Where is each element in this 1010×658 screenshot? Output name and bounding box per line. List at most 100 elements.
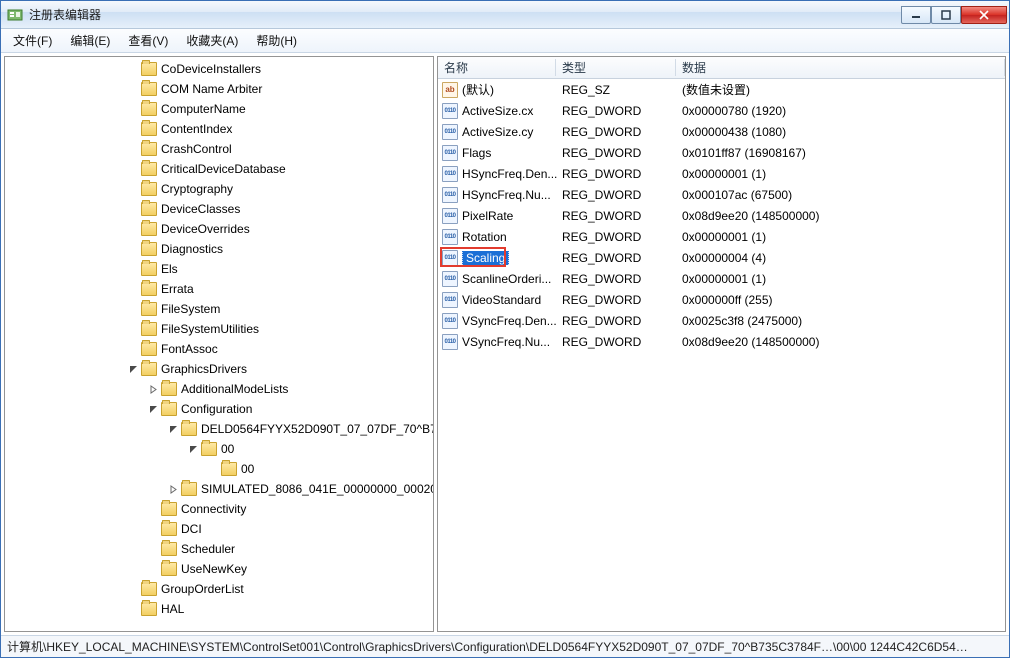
value-row[interactable]: 0110HSyncFreq.Nu...REG_DWORD0x000107ac (… xyxy=(438,184,1005,205)
value-name: VSyncFreq.Nu... xyxy=(462,335,562,349)
tree-node[interactable]: 00 xyxy=(5,459,434,479)
folder-icon xyxy=(141,202,157,216)
col-type[interactable]: 类型 xyxy=(556,59,676,76)
value-row[interactable]: 0110VideoStandardREG_DWORD0x000000ff (25… xyxy=(438,289,1005,310)
tree-label: Cryptography xyxy=(161,182,233,196)
list-header[interactable]: 名称 类型 数据 xyxy=(438,57,1005,79)
value-row[interactable]: 0110FlagsREG_DWORD0x0101ff87 (16908167) xyxy=(438,142,1005,163)
binary-value-icon: 0110 xyxy=(442,271,458,287)
tree-node[interactable]: Errata xyxy=(5,279,434,299)
value-type: REG_SZ xyxy=(562,83,682,97)
tree-label: ContentIndex xyxy=(161,122,232,136)
tree-node[interactable]: Scheduler xyxy=(5,539,434,559)
tree-node[interactable]: AdditionalModeLists xyxy=(5,379,434,399)
maximize-button[interactable] xyxy=(931,6,961,24)
tree-node[interactable]: GraphicsDrivers xyxy=(5,359,434,379)
value-type: REG_DWORD xyxy=(562,314,682,328)
value-row[interactable]: 0110VSyncFreq.Den...REG_DWORD0x0025c3f8 … xyxy=(438,310,1005,331)
menu-favorites[interactable]: 收藏夹(A) xyxy=(178,29,246,52)
value-data: 0x00000004 (4) xyxy=(682,251,1005,265)
close-button[interactable] xyxy=(961,6,1007,24)
folder-icon xyxy=(181,482,197,496)
menu-file[interactable]: 文件(F) xyxy=(5,29,60,52)
folder-icon xyxy=(141,102,157,116)
value-data: 0x08d9ee20 (148500000) xyxy=(682,209,1005,223)
folder-icon xyxy=(141,242,157,256)
value-row[interactable]: 0110ScanlineOrderi...REG_DWORD0x00000001… xyxy=(438,268,1005,289)
tree-node[interactable]: CoDeviceInstallers xyxy=(5,59,434,79)
tree-label: UseNewKey xyxy=(181,562,247,576)
tree-node[interactable]: DeviceClasses xyxy=(5,199,434,219)
value-row[interactable]: 0110RotationREG_DWORD0x00000001 (1) xyxy=(438,226,1005,247)
minimize-button[interactable] xyxy=(901,6,931,24)
expander-none xyxy=(125,201,141,217)
status-path: 计算机\HKEY_LOCAL_MACHINE\SYSTEM\ControlSet… xyxy=(7,638,968,655)
value-row[interactable]: ab(默认)REG_SZ(数值未设置) xyxy=(438,79,1005,100)
tree-node[interactable]: Configuration xyxy=(5,399,434,419)
expander-none xyxy=(125,241,141,257)
tree-node[interactable]: FontAssoc xyxy=(5,339,434,359)
value-name: Flags xyxy=(462,146,562,160)
expander-open-icon[interactable] xyxy=(125,361,141,377)
expander-none xyxy=(145,541,161,557)
tree-node[interactable]: Els xyxy=(5,259,434,279)
tree-node[interactable]: HAL xyxy=(5,599,434,619)
value-name: VSyncFreq.Den... xyxy=(462,314,562,328)
tree-node[interactable]: ContentIndex xyxy=(5,119,434,139)
tree-node[interactable]: 00 xyxy=(5,439,434,459)
titlebar[interactable]: 注册表编辑器 xyxy=(1,1,1009,29)
tree-node[interactable]: GroupOrderList xyxy=(5,579,434,599)
tree-label: Configuration xyxy=(181,402,252,416)
folder-icon xyxy=(161,522,177,536)
tree-node[interactable]: DeviceOverrides xyxy=(5,219,434,239)
tree-node[interactable]: DELD0564FYYX52D090T_07_07DF_70^B7 xyxy=(5,419,434,439)
value-row[interactable]: 0110VSyncFreq.Nu...REG_DWORD0x08d9ee20 (… xyxy=(438,331,1005,352)
col-name[interactable]: 名称 xyxy=(438,59,556,76)
expander-none xyxy=(125,581,141,597)
tree-pane[interactable]: CoDeviceInstallersCOM Name ArbiterComput… xyxy=(4,56,434,632)
menu-edit[interactable]: 编辑(E) xyxy=(62,29,118,52)
value-name: ActiveSize.cy xyxy=(462,125,562,139)
tree-node[interactable]: UseNewKey xyxy=(5,559,434,579)
expander-open-icon[interactable] xyxy=(165,421,181,437)
folder-icon xyxy=(141,182,157,196)
tree-label: AdditionalModeLists xyxy=(181,382,288,396)
tree-node[interactable]: CriticalDeviceDatabase xyxy=(5,159,434,179)
tree-node[interactable]: Cryptography xyxy=(5,179,434,199)
folder-icon xyxy=(181,422,197,436)
value-type: REG_DWORD xyxy=(562,146,682,160)
window-controls xyxy=(901,6,1007,24)
value-row[interactable]: 0110HSyncFreq.Den...REG_DWORD0x00000001 … xyxy=(438,163,1005,184)
menu-view[interactable]: 查看(V) xyxy=(120,29,176,52)
col-data[interactable]: 数据 xyxy=(676,59,1005,76)
tree-node[interactable]: Diagnostics xyxy=(5,239,434,259)
tree-label: Connectivity xyxy=(181,502,246,516)
tree-node[interactable]: ComputerName xyxy=(5,99,434,119)
tree-node[interactable]: SIMULATED_8086_041E_00000000_00020 xyxy=(5,479,434,499)
expander-open-icon[interactable] xyxy=(185,441,201,457)
expander-open-icon[interactable] xyxy=(145,401,161,417)
expander-closed-icon[interactable] xyxy=(165,481,181,497)
values-pane[interactable]: 名称 类型 数据 ab(默认)REG_SZ(数值未设置)0110ActiveSi… xyxy=(437,56,1006,632)
tree-node[interactable]: CrashControl xyxy=(5,139,434,159)
tree-node[interactable]: Connectivity xyxy=(5,499,434,519)
value-row[interactable]: 0110ActiveSize.cxREG_DWORD0x00000780 (19… xyxy=(438,100,1005,121)
menu-help[interactable]: 帮助(H) xyxy=(248,29,305,52)
expander-closed-icon[interactable] xyxy=(145,381,161,397)
expander-none xyxy=(125,181,141,197)
expander-none xyxy=(205,461,221,477)
folder-icon xyxy=(141,282,157,296)
tree-node[interactable]: DCI xyxy=(5,519,434,539)
tree-node[interactable]: FileSystemUtilities xyxy=(5,319,434,339)
value-type: REG_DWORD xyxy=(562,293,682,307)
value-data: 0x000107ac (67500) xyxy=(682,188,1005,202)
tree-node[interactable]: COM Name Arbiter xyxy=(5,79,434,99)
client-area: CoDeviceInstallersCOM Name ArbiterComput… xyxy=(1,53,1009,657)
tree-label: Errata xyxy=(161,282,194,296)
value-row[interactable]: 0110ScalingREG_DWORD0x00000004 (4) xyxy=(438,247,1005,268)
value-row[interactable]: 0110PixelRateREG_DWORD0x08d9ee20 (148500… xyxy=(438,205,1005,226)
expander-none xyxy=(125,141,141,157)
value-name: ScanlineOrderi... xyxy=(462,272,562,286)
tree-node[interactable]: FileSystem xyxy=(5,299,434,319)
value-row[interactable]: 0110ActiveSize.cyREG_DWORD0x00000438 (10… xyxy=(438,121,1005,142)
